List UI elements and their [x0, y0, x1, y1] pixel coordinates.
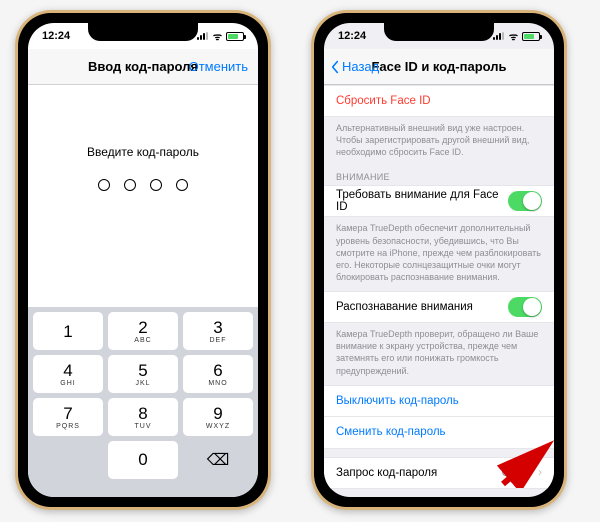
- nav-title: Face ID и код-пароль: [371, 59, 506, 74]
- back-button[interactable]: Назад: [330, 59, 379, 74]
- numeric-keypad: 1 2ABC 3DEF 4GHI 5JKL 6MNO 7PQRS 8TUV 9W…: [28, 307, 258, 497]
- passcode-dots: [98, 179, 188, 191]
- key-6[interactable]: 6MNO: [183, 355, 253, 393]
- key-9[interactable]: 9WXYZ: [183, 398, 253, 436]
- key-1[interactable]: 1: [33, 312, 103, 350]
- key-0[interactable]: 0: [108, 441, 178, 479]
- passcode-dot: [124, 179, 136, 191]
- passcode-entry-area: Введите код-пароль: [28, 85, 258, 307]
- key-backspace[interactable]: ⌫: [183, 441, 253, 479]
- require-attention-toggle[interactable]: [508, 191, 542, 211]
- chevron-right-icon: ›: [538, 467, 542, 479]
- notch: [384, 23, 494, 41]
- wifi-icon: ᯤ: [213, 29, 222, 43]
- wifi-icon: ᯤ: [509, 29, 518, 43]
- signal-icon: [493, 32, 505, 40]
- status-time: 12:24: [338, 30, 366, 42]
- key-5[interactable]: 5JKL: [108, 355, 178, 393]
- key-8[interactable]: 8TUV: [108, 398, 178, 436]
- passcode-dot: [98, 179, 110, 191]
- phone-right: 12:24 ᯤ Назад Face ID и код-пароль Сброс…: [311, 10, 567, 510]
- require-attention-footer: Камера TrueDepth обеспечит дополнительны…: [324, 217, 554, 291]
- chevron-left-icon: [330, 60, 340, 74]
- passcode-prompt: Введите код-пароль: [87, 145, 199, 159]
- attention-aware-toggle[interactable]: [508, 297, 542, 317]
- key-3[interactable]: 3DEF: [183, 312, 253, 350]
- change-passcode-row[interactable]: Сменить код-пароль: [324, 417, 554, 449]
- turn-off-passcode-row[interactable]: Выключить код-пароль: [324, 385, 554, 417]
- status-time: 12:24: [42, 30, 70, 42]
- battery-icon: [522, 32, 540, 41]
- nav-title: Ввод код-пароля: [88, 59, 198, 74]
- key-blank: [33, 441, 103, 479]
- attention-header: ВНИМАНИЕ: [324, 166, 554, 185]
- require-passcode-row[interactable]: Запрос код-пароля Сразу ›: [324, 457, 554, 489]
- nav-bar: Назад Face ID и код-пароль: [324, 49, 554, 85]
- alt-look-footer: Альтернативный внешний вид уже настроен.…: [324, 117, 554, 166]
- key-4[interactable]: 4GHI: [33, 355, 103, 393]
- cancel-button[interactable]: Отменить: [189, 59, 248, 74]
- require-attention-row[interactable]: Требовать внимание для Face ID: [324, 185, 554, 217]
- attention-aware-footer: Камера TrueDepth проверит, обращено ли В…: [324, 323, 554, 385]
- reset-faceid-row[interactable]: Сбросить Face ID: [324, 85, 554, 117]
- key-7[interactable]: 7PQRS: [33, 398, 103, 436]
- notch: [88, 23, 198, 41]
- signal-icon: [197, 32, 209, 40]
- settings-list[interactable]: Сбросить Face ID Альтернативный внешний …: [324, 85, 554, 497]
- passcode-dot: [150, 179, 162, 191]
- key-2[interactable]: 2ABC: [108, 312, 178, 350]
- require-passcode-value: Сразу: [502, 467, 532, 479]
- battery-icon: [226, 32, 244, 41]
- passcode-dot: [176, 179, 188, 191]
- phone-left: 12:24 ᯤ Ввод код-пароля Отменить Введите…: [15, 10, 271, 510]
- attention-aware-row[interactable]: Распознавание внимания: [324, 291, 554, 323]
- backspace-icon: ⌫: [207, 450, 230, 470]
- nav-bar: Ввод код-пароля Отменить: [28, 49, 258, 85]
